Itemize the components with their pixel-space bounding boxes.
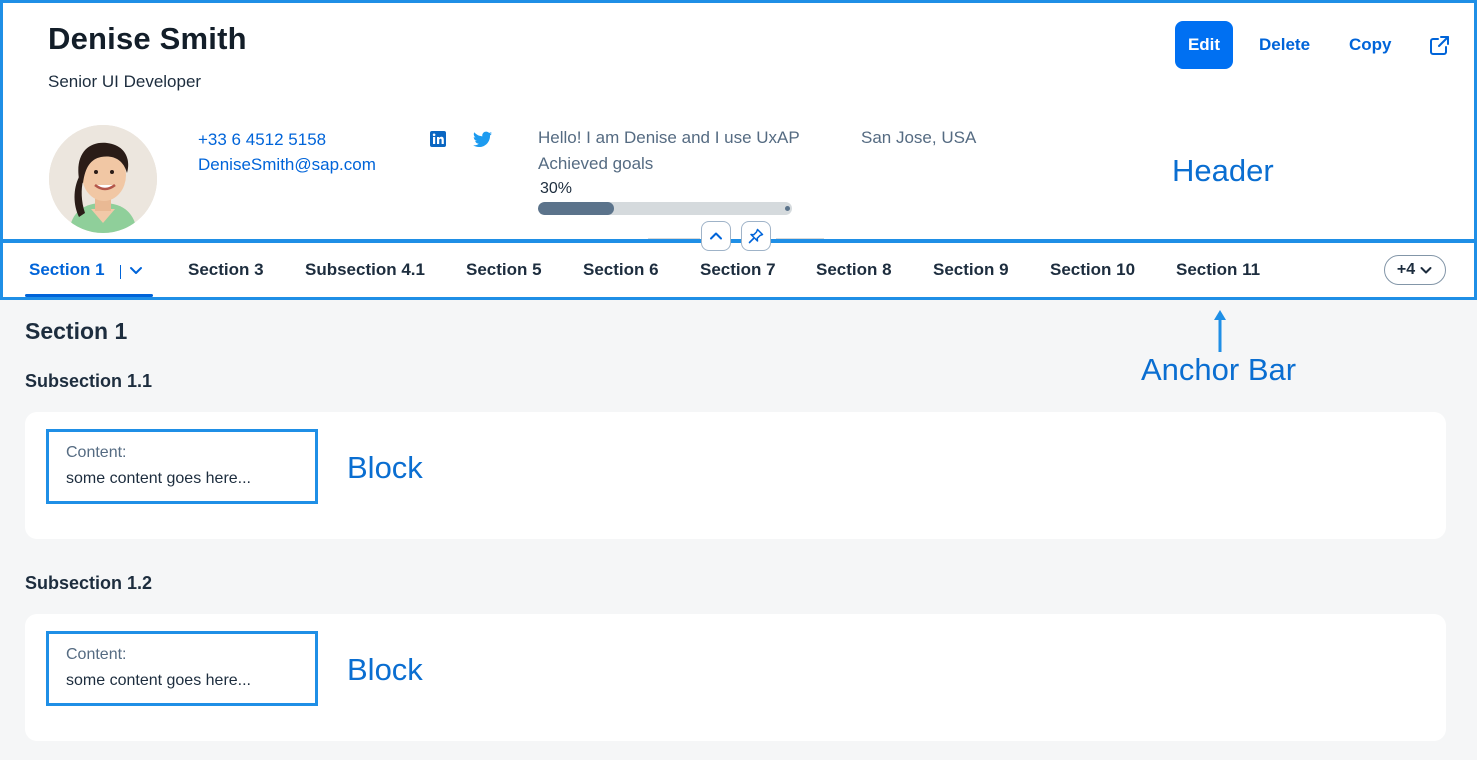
page-title: Denise Smith xyxy=(48,21,247,56)
toggle-divider-right xyxy=(776,238,824,239)
tab-section-3[interactable]: Section 3 xyxy=(188,260,264,280)
progress-end-dot xyxy=(785,206,790,211)
linkedin-icon[interactable] xyxy=(430,131,446,147)
toggle-divider-left xyxy=(648,238,700,239)
pin-icon xyxy=(748,228,764,244)
block-value: some content goes here... xyxy=(66,470,251,487)
tab-section-8[interactable]: Section 8 xyxy=(816,260,892,280)
annotation-block: Block xyxy=(347,450,423,485)
share-icon[interactable] xyxy=(1427,34,1451,58)
progress-bar xyxy=(538,202,792,215)
avatar xyxy=(49,125,157,233)
subsection-title: Subsection 1.2 xyxy=(25,573,153,593)
annotation-header: Header xyxy=(1172,153,1274,188)
tab-separator xyxy=(120,265,121,279)
active-tab-indicator xyxy=(25,294,153,297)
overflow-tabs-button[interactable]: +4 xyxy=(1384,255,1446,285)
content-block: Content: some content goes here... xyxy=(46,631,318,706)
email-link[interactable]: DeniseSmith@sap.com xyxy=(198,152,376,177)
tab-subsection-4-1[interactable]: Subsection 4.1 xyxy=(305,260,425,280)
chevron-up-icon xyxy=(710,232,722,240)
phone-link[interactable]: +33 6 4512 5158 xyxy=(198,127,376,152)
overflow-count: +4 xyxy=(1396,261,1416,278)
pin-header-button[interactable] xyxy=(741,221,771,251)
delete-button[interactable]: Delete xyxy=(1259,21,1310,69)
page-subtitle: Senior UI Developer xyxy=(48,72,202,91)
tab-section-10[interactable]: Section 10 xyxy=(1050,260,1135,280)
tab-section-1[interactable]: Section 1 xyxy=(29,260,105,280)
contact-info: +33 6 4512 5158 DeniseSmith@sap.com xyxy=(198,127,376,177)
anchor-bar: Section 1 Section 3 Subsection 4.1 Secti… xyxy=(0,240,1477,300)
subsection-card: Content: some content goes here... Block xyxy=(25,614,1446,741)
subsection-card: Content: some content goes here... Block xyxy=(25,412,1446,539)
object-page: Denise Smith Senior UI Developer Edit De… xyxy=(0,0,1477,760)
tab-section-6[interactable]: Section 6 xyxy=(583,260,659,280)
copy-button[interactable]: Copy xyxy=(1349,21,1392,69)
intro-text: Hello! I am Denise and I use UxAP xyxy=(538,128,800,147)
annotation-arrow-icon xyxy=(1214,310,1226,352)
chevron-down-icon xyxy=(1420,267,1432,274)
chevron-down-icon[interactable] xyxy=(128,262,144,278)
tab-section-9[interactable]: Section 9 xyxy=(933,260,1009,280)
progress-value: 30% xyxy=(540,180,573,197)
header-kpi: Hello! I am Denise and I use UxAP Achiev… xyxy=(538,125,800,177)
twitter-icon[interactable] xyxy=(473,131,492,148)
collapse-header-button[interactable] xyxy=(701,221,731,251)
location-text: San Jose, USA xyxy=(861,128,977,147)
tab-section-5[interactable]: Section 5 xyxy=(466,260,542,280)
tab-section-7[interactable]: Section 7 xyxy=(700,260,776,280)
tab-section-11[interactable]: Section 11 xyxy=(1176,260,1260,280)
object-page-header: Denise Smith Senior UI Developer Edit De… xyxy=(0,0,1477,242)
annotation-block: Block xyxy=(347,652,423,687)
block-label: Content: xyxy=(66,646,127,663)
edit-button[interactable]: Edit xyxy=(1175,21,1233,69)
progress-fill xyxy=(538,202,615,215)
kpi-label: Achieved goals xyxy=(538,154,654,173)
content-block: Content: some content goes here... xyxy=(46,429,318,504)
section-title: Section 1 xyxy=(25,318,128,344)
subsection-title: Subsection 1.1 xyxy=(25,371,153,391)
block-label: Content: xyxy=(66,444,127,461)
annotation-anchor-bar: Anchor Bar xyxy=(1141,352,1297,387)
block-value: some content goes here... xyxy=(66,672,251,689)
